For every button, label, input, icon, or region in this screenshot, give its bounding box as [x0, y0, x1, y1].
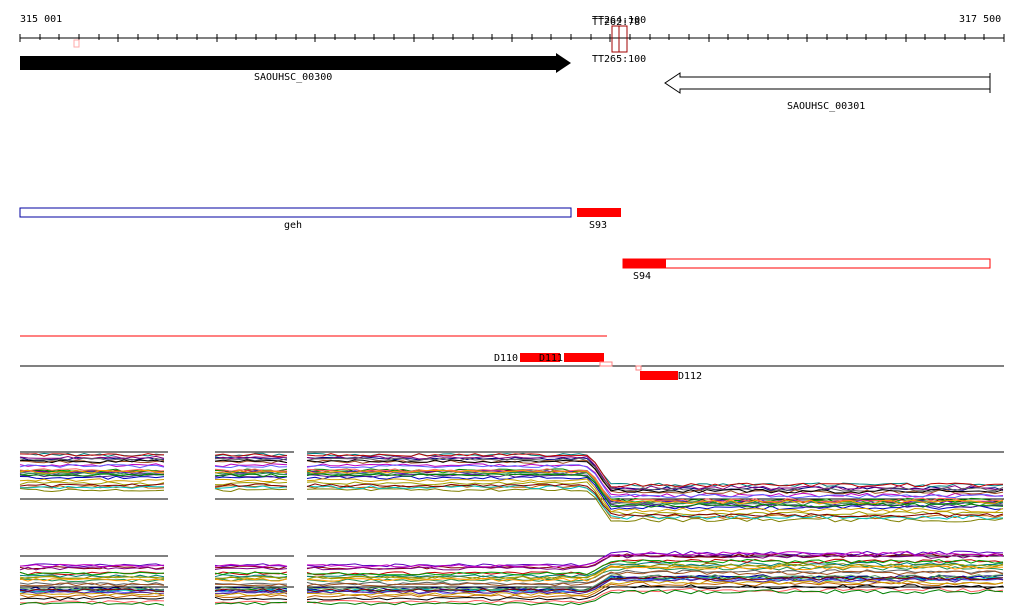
d110-label: D110 [494, 353, 518, 364]
expression-profile-line [306, 589, 1004, 606]
expression-profile-line [19, 594, 165, 599]
gene-arrow-forward[interactable] [20, 53, 571, 73]
d112-head [635, 365, 642, 371]
s93-feature[interactable] [577, 208, 621, 217]
s94-label: S94 [633, 271, 651, 282]
geh-label: geh [284, 220, 302, 231]
expression-track-top [19, 451, 1004, 523]
expression-profile-line [214, 574, 288, 578]
d111-tail [599, 361, 613, 367]
d112-segment[interactable] [640, 371, 678, 380]
genome-browser-canvas: 315 001 317 500 TT264:100 TT262:78 TT265… [19, 14, 1005, 606]
terminator-label-tt265[interactable]: TT265:100 [592, 54, 646, 65]
small-feature-marker[interactable] [73, 39, 80, 48]
segment-track: D110 D111 D112 [20, 335, 1004, 382]
coordinate-ruler: 315 001 317 500 [19, 14, 1005, 48]
gene-label-forward[interactable]: SAOUHSC_00300 [254, 72, 332, 83]
gene-track: SAOUHSC_00300 SAOUHSC_00301 [20, 53, 991, 112]
annotation-track: geh S93 S94 [19, 207, 991, 282]
terminator-track: TT264:100 TT262:78 TT265:100 [592, 15, 646, 65]
gene-arrow-reverse[interactable] [664, 72, 991, 94]
expression-profile-line [19, 596, 165, 601]
d111-label: D111 [539, 353, 563, 364]
s94-feature-filled[interactable] [623, 259, 666, 268]
s94-feature-outline[interactable] [622, 258, 991, 269]
geh-feature[interactable] [19, 207, 572, 218]
d111-segment[interactable] [564, 353, 604, 362]
expression-profile-line [214, 481, 288, 486]
ruler-end-label: 317 500 [959, 14, 1001, 25]
expression-profile-line [19, 478, 165, 483]
s93-label: S93 [589, 220, 607, 231]
ruler-start-label: 315 001 [20, 14, 62, 25]
gene-label-reverse[interactable]: SAOUHSC_00301 [787, 101, 865, 112]
expression-profile-line [19, 488, 165, 493]
expression-profile-line [214, 478, 288, 483]
d112-label: D112 [678, 371, 702, 382]
expression-profile-line [19, 576, 165, 580]
expression-profile-line [214, 488, 288, 493]
expression-track-bottom [19, 550, 1004, 606]
expression-profile-line [214, 583, 288, 587]
